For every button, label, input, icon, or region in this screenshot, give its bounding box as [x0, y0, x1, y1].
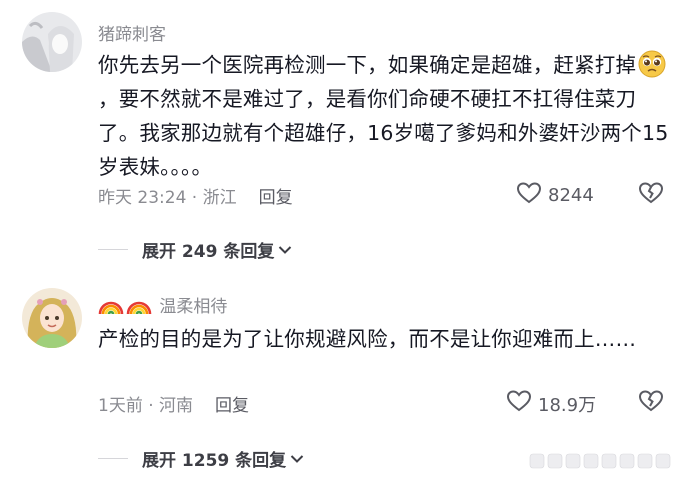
like-count: 18.9万 — [538, 394, 597, 416]
reply-button[interactable]: 回复 — [259, 188, 293, 208]
avatar[interactable] — [22, 288, 82, 348]
chevron-down-icon — [286, 449, 304, 469]
chevron-down-icon — [274, 240, 292, 260]
expand-label: 展开 1259 条回复 — [142, 451, 287, 471]
dislike-button[interactable] — [638, 389, 664, 417]
reply-button[interactable]: 回复 — [215, 396, 249, 416]
rainbow-icon — [98, 294, 154, 321]
username-text: 温柔相待 — [159, 297, 228, 317]
heart-icon — [506, 389, 538, 418]
watermark-logo — [526, 446, 686, 476]
expand-label: 展开 249 条回复 — [142, 242, 275, 262]
heart-icon — [516, 181, 548, 210]
like-button[interactable]: 18.9万 — [506, 389, 596, 418]
comment-text: 你先去另一个医院再检测一下，如果确定是超雄，赶紧打掉 ，要不然就不是难过了，是看… — [98, 48, 670, 184]
pleading-face-icon — [637, 49, 667, 79]
broken-heart-icon — [638, 390, 664, 417]
username[interactable]: 温柔相待 — [98, 292, 227, 321]
comment-meta: 1天前 · 河南 回复 — [98, 391, 249, 416]
expand-replies-button[interactable]: 展开 249 条回复 — [98, 237, 292, 262]
time-location: 1天前 · 河南 — [98, 396, 194, 416]
time-location: 昨天 23:24 · 浙江 — [98, 188, 237, 208]
comment-meta: 昨天 23:24 · 浙江 回复 — [98, 183, 293, 208]
like-button[interactable]: 8244 — [516, 181, 594, 210]
dislike-button[interactable] — [638, 181, 664, 209]
comment-text: 产检的目的是为了让你规避风险，而不是让你迎难而上…… — [98, 327, 637, 351]
divider — [98, 458, 128, 459]
comment-text-part: ，要不然就不是难过了，是看你们命硬不硬扛不扛得住菜刀了。我家那边就有个超雄仔，1… — [98, 87, 669, 179]
broken-heart-icon — [638, 182, 664, 209]
comment-text-part: 你先去另一个医院再检测一下，如果确定是超雄，赶紧打掉 — [98, 53, 637, 77]
username[interactable]: 猪蹄刺客 — [98, 20, 166, 45]
expand-replies-button[interactable]: 展开 1259 条回复 — [98, 446, 304, 471]
divider — [98, 249, 128, 250]
avatar[interactable] — [22, 12, 82, 72]
like-count: 8244 — [548, 185, 594, 206]
